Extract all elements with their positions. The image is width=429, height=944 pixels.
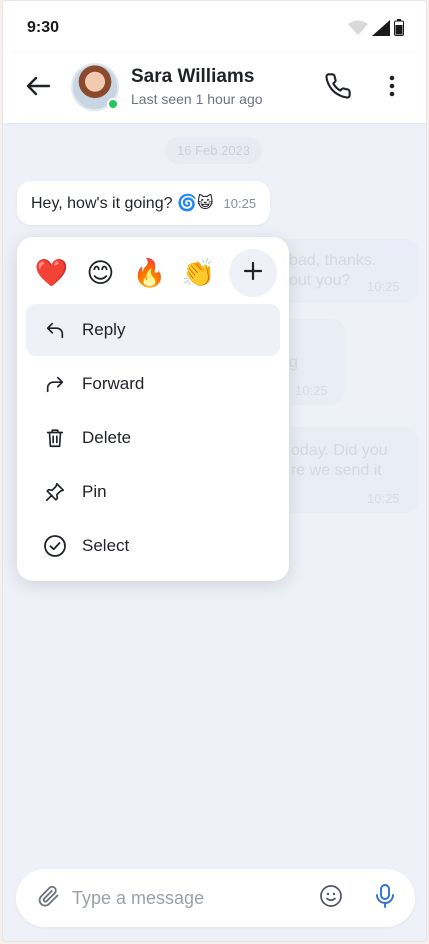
menu-item-label: Forward bbox=[82, 374, 145, 393]
reaction-bar: ❤️ 😊 🔥 👏 bbox=[27, 249, 223, 297]
message-time: 10:25 bbox=[223, 195, 257, 211]
attach-button[interactable] bbox=[36, 885, 62, 911]
reaction-clap[interactable]: 👏 bbox=[174, 249, 223, 297]
menu-item-reply[interactable]: Reply bbox=[26, 304, 280, 356]
status-icons bbox=[348, 19, 404, 41]
signal-icon bbox=[372, 19, 390, 41]
message-context-menu: ❤️ 😊 🔥 👏 Reply Forward Delete Pin Select bbox=[17, 237, 289, 581]
phone-screen: 9:30 Sara Williams Last seen 1 hour ago bbox=[2, 0, 427, 942]
menu-item-forward[interactable]: Forward bbox=[26, 358, 280, 410]
chat-header: Sara Williams Last seen 1 hour ago bbox=[3, 53, 426, 123]
wifi-icon bbox=[348, 20, 368, 41]
menu-item-pin[interactable]: Pin bbox=[26, 466, 280, 518]
trash-icon bbox=[43, 426, 67, 450]
status-bar: 9:30 bbox=[3, 1, 426, 53]
message-text: Hey, how's it going? 🌀😺 bbox=[31, 195, 214, 212]
voice-message-button[interactable] bbox=[372, 883, 398, 914]
contact-status: Last seen 1 hour ago bbox=[131, 91, 263, 107]
call-button[interactable] bbox=[322, 72, 354, 104]
more-reactions-button[interactable] bbox=[229, 249, 277, 297]
menu-item-label: Delete bbox=[82, 428, 132, 447]
mic-icon bbox=[374, 883, 396, 914]
menu-item-delete[interactable]: Delete bbox=[26, 412, 280, 464]
more-vertical-icon bbox=[389, 74, 395, 103]
back-arrow-icon bbox=[25, 75, 51, 102]
plus-icon bbox=[243, 261, 263, 286]
online-indicator bbox=[107, 98, 119, 110]
pin-icon bbox=[43, 480, 67, 504]
paperclip-icon bbox=[37, 884, 61, 913]
reaction-heart[interactable]: ❤️ bbox=[27, 249, 76, 297]
contact-name[interactable]: Sara Williams bbox=[131, 66, 254, 88]
selected-message[interactable]: Hey, how's it going? 🌀😺 10:25 bbox=[17, 181, 271, 225]
message-composer bbox=[16, 869, 415, 927]
menu-item-label: Reply bbox=[82, 320, 126, 339]
battery-icon bbox=[394, 19, 404, 41]
emoji-button[interactable] bbox=[318, 884, 344, 913]
menu-item-label: Select bbox=[82, 536, 130, 555]
phone-icon bbox=[324, 72, 352, 105]
message-input[interactable] bbox=[72, 883, 302, 913]
back-button[interactable] bbox=[23, 73, 53, 103]
reaction-smile[interactable]: 😊 bbox=[76, 249, 125, 297]
reaction-fire[interactable]: 🔥 bbox=[125, 249, 174, 297]
status-time: 9:30 bbox=[27, 19, 60, 36]
more-options-button[interactable] bbox=[380, 72, 404, 104]
emoji-icon bbox=[319, 884, 343, 913]
menu-item-select[interactable]: Select bbox=[26, 520, 280, 572]
menu-item-label: Pin bbox=[82, 482, 107, 501]
reply-icon bbox=[43, 318, 67, 342]
forward-icon bbox=[43, 372, 67, 396]
check-circle-icon bbox=[43, 534, 67, 558]
